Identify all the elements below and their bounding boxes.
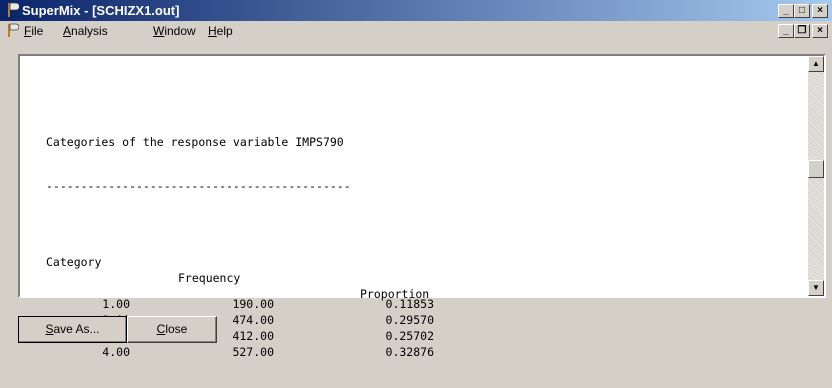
- save-as-label: Save As...: [45, 322, 99, 336]
- column-header-frequency: Frequency: [178, 271, 241, 285]
- cell-proportion: 0.29570: [385, 313, 434, 327]
- scroll-up-arrow-icon[interactable]: ▲: [808, 56, 824, 72]
- mdi-close-button[interactable]: ×: [812, 24, 828, 38]
- maximize-button[interactable]: □: [794, 4, 810, 18]
- menu-file-label: ile: [31, 24, 44, 38]
- minimize-button[interactable]: _: [778, 4, 794, 18]
- document-icon[interactable]: [5, 23, 19, 38]
- menu-help[interactable]: Help: [208, 24, 233, 38]
- title-bar[interactable]: SuperMix - [SCHIZX1.out] _ □ ×: [0, 0, 832, 21]
- window-title: SuperMix - [SCHIZX1.out]: [22, 3, 180, 18]
- menu-bar: File Analysis Window Help _ ❐ ×: [0, 21, 832, 41]
- column-header-row: Category Frequency Proportion: [46, 238, 806, 301]
- scroll-down-arrow-icon[interactable]: ▼: [808, 280, 824, 296]
- supermix-window: SuperMix - [SCHIZX1.out] _ □ × File Anal…: [0, 0, 832, 359]
- mdi-minimize-button[interactable]: _: [778, 24, 794, 38]
- menu-window-label: indow: [164, 24, 196, 38]
- cell-category: 1.00: [102, 297, 130, 311]
- supermix-app-icon: [8, 2, 19, 17]
- close-window-button[interactable]: ×: [812, 4, 828, 18]
- menu-analysis[interactable]: Analysis: [63, 24, 108, 38]
- menu-window[interactable]: Window: [153, 24, 196, 38]
- menu-analysis-label: nalysis: [71, 24, 108, 38]
- cell-proportion: 0.11853: [385, 297, 434, 311]
- mdi-restore-button[interactable]: ❐: [794, 24, 810, 38]
- cell-frequency: 474.00: [232, 313, 274, 327]
- cell-proportion: 0.25702: [385, 329, 434, 343]
- column-header-category: Category: [46, 255, 102, 269]
- output-text-area[interactable]: Categories of the response variable IMPS…: [18, 54, 826, 359]
- save-as-rest: ave As...: [53, 322, 100, 336]
- menu-help-label: elp: [216, 24, 233, 38]
- output-rule: ----------------------------------------…: [46, 179, 351, 193]
- save-as-button[interactable]: Save As...: [18, 316, 127, 343]
- scroll-thumb[interactable]: [808, 160, 824, 178]
- cell-frequency: 190.00: [232, 297, 274, 311]
- output-heading: Categories of the response variable IMPS…: [46, 135, 344, 149]
- menu-help-accel: H: [208, 24, 217, 38]
- menu-file[interactable]: File: [24, 24, 43, 38]
- cell-frequency: 412.00: [232, 329, 274, 343]
- close-button[interactable]: Close: [127, 316, 217, 343]
- table-row: 1.00 190.00 0.11853: [46, 296, 806, 312]
- close-label: Close: [157, 322, 188, 336]
- menu-window-accel: W: [153, 24, 165, 38]
- close-rest: lose: [165, 322, 188, 336]
- menu-analysis-accel: A: [63, 24, 72, 38]
- vertical-scrollbar[interactable]: ▲ ▼: [808, 56, 824, 296]
